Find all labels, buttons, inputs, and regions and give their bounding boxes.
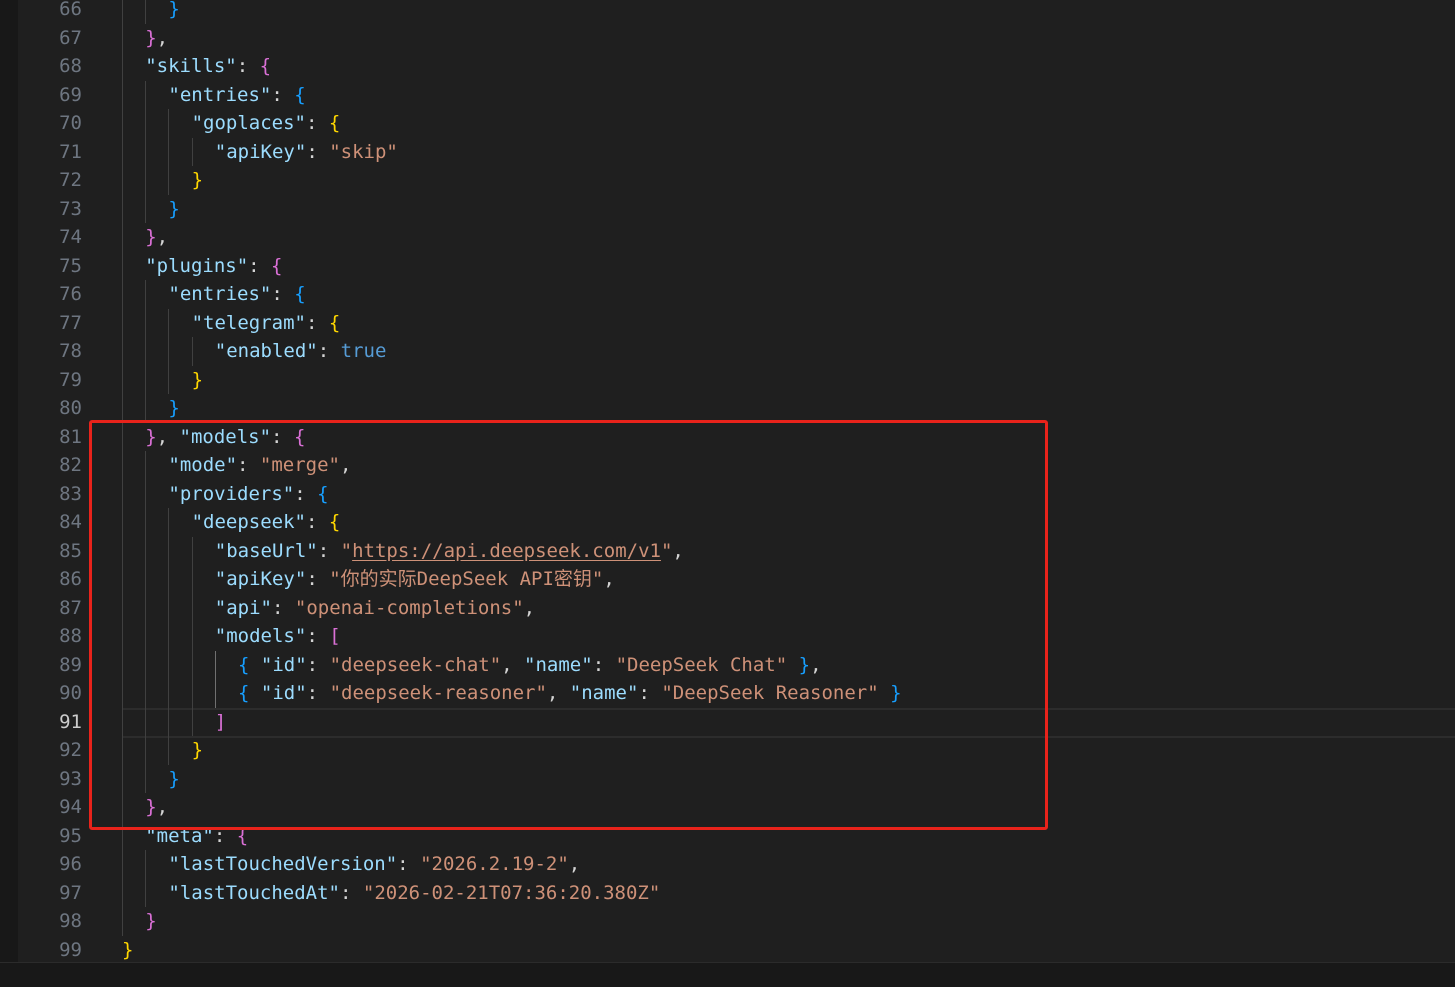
- annotation-highlight-box: [89, 420, 1048, 830]
- code-token: }: [122, 938, 134, 961]
- line-number: 87: [59, 596, 82, 619]
- code-line[interactable]: 70 "goplaces": {: [0, 109, 1455, 138]
- line-number: 76: [59, 283, 82, 305]
- line-number: 97: [59, 881, 82, 904]
- code-token: }: [168, 197, 180, 220]
- code-token: :: [339, 881, 363, 904]
- code-line[interactable]: 71 "apiKey": "skip": [0, 138, 1455, 167]
- code-token: "2026-02-21T07:36:20.380Z": [362, 881, 661, 904]
- line-number: 66: [59, 0, 82, 20]
- line-number: 94: [59, 796, 82, 818]
- code-token: }: [145, 226, 157, 248]
- code-token: :: [271, 283, 295, 305]
- code-token: "enabled": [214, 340, 318, 362]
- code-token: "plugins": [145, 254, 249, 277]
- code-token: {: [328, 311, 341, 334]
- code-editor[interactable]: 66} 67}, 68 "skills": {69 "entries": {70 "gop…: [0, 0, 1455, 987]
- code-token: }: [145, 26, 157, 49]
- code-line[interactable]: 96 "lastTouchedVersion": "2026.2.19-2",: [0, 850, 1455, 879]
- line-number: 69: [59, 83, 82, 106]
- editor-bottom-bar: [0, 962, 1455, 987]
- code-token: :: [248, 254, 272, 277]
- code-line[interactable]: 72}: [0, 166, 1455, 195]
- code-token: :: [305, 112, 329, 134]
- line-number: 84: [59, 511, 82, 533]
- code-token: }: [191, 368, 204, 391]
- line-number: 88: [59, 625, 82, 647]
- code-token: ,: [568, 853, 581, 875]
- code-token: {: [294, 283, 306, 305]
- code-token: "goplaces": [191, 112, 306, 134]
- code-token: :: [397, 853, 421, 875]
- code-token: :: [306, 140, 330, 163]
- code-line[interactable]: 74},: [0, 223, 1455, 252]
- code-token: "lastTouchedVersion": [168, 853, 398, 875]
- line-number: 80: [59, 397, 82, 419]
- code-line[interactable]: 77 "telegram": {: [0, 309, 1455, 338]
- line-number: 73: [59, 197, 82, 220]
- code-line[interactable]: 67},: [0, 24, 1455, 53]
- code-token: {: [328, 112, 341, 134]
- line-number: 99: [59, 938, 82, 961]
- code-token: "entries": [168, 83, 272, 106]
- code-line[interactable]: 99}: [0, 936, 1455, 965]
- line-number: 79: [59, 368, 82, 391]
- code-token: :: [271, 83, 295, 106]
- line-number: 93: [59, 767, 82, 790]
- code-token: "skip": [329, 140, 398, 163]
- code-token: "telegram": [191, 311, 306, 334]
- code-token: "entries": [168, 283, 272, 305]
- line-number: 74: [59, 226, 82, 248]
- line-number: 81: [59, 425, 82, 448]
- code-token: }: [168, 0, 180, 20]
- code-line[interactable]: 68 "skills": {: [0, 52, 1455, 81]
- line-number: 71: [59, 140, 82, 163]
- line-number: 75: [59, 254, 82, 277]
- code-token: "lastTouchedAt": [168, 881, 340, 904]
- line-number: 78: [59, 340, 82, 362]
- line-number: 77: [59, 311, 82, 334]
- code-line[interactable]: 66}: [0, 0, 1455, 24]
- code-token: }: [145, 910, 157, 932]
- code-line[interactable]: 75 "plugins": {: [0, 252, 1455, 281]
- code-token: :: [305, 311, 329, 334]
- code-token: "2026.2.19-2": [420, 853, 569, 875]
- code-token: "skills": [145, 55, 237, 77]
- code-line[interactable]: 97 "lastTouchedAt": "2026-02-21T07:36:20.…: [0, 879, 1455, 908]
- code-token: true: [340, 340, 387, 362]
- code-line[interactable]: 78 "enabled": true: [0, 337, 1455, 366]
- line-number: 90: [59, 682, 82, 704]
- line-number: 98: [59, 910, 82, 932]
- line-number: 83: [59, 482, 82, 505]
- line-number: 82: [59, 454, 82, 476]
- code-token: }: [168, 397, 180, 419]
- code-token: :: [236, 55, 260, 77]
- code-token: ,: [156, 226, 169, 248]
- line-number: 96: [59, 853, 82, 875]
- code-line[interactable]: 98}: [0, 907, 1455, 936]
- line-number: 91: [59, 710, 82, 733]
- line-number: 86: [59, 568, 82, 590]
- line-number: 92: [59, 739, 82, 761]
- code-line[interactable]: 73}: [0, 195, 1455, 224]
- code-line[interactable]: 76 "entries": {: [0, 280, 1455, 309]
- code-line[interactable]: 69 "entries": {: [0, 81, 1455, 110]
- code-line[interactable]: 79}: [0, 366, 1455, 395]
- code-token: "apiKey": [214, 140, 307, 163]
- line-number: 67: [59, 26, 82, 49]
- code-token: ,: [156, 26, 169, 49]
- line-number: 70: [59, 112, 82, 134]
- line-number: 89: [59, 653, 82, 676]
- line-number: 68: [59, 55, 82, 77]
- line-number: 95: [59, 824, 82, 847]
- code-token: {: [259, 55, 272, 77]
- code-token: {: [271, 254, 283, 277]
- code-token: }: [191, 169, 204, 191]
- code-line[interactable]: 80}: [0, 394, 1455, 423]
- line-number: 85: [59, 539, 82, 562]
- code-token: {: [294, 83, 306, 106]
- line-number: 72: [59, 169, 82, 191]
- code-token: :: [317, 340, 341, 362]
